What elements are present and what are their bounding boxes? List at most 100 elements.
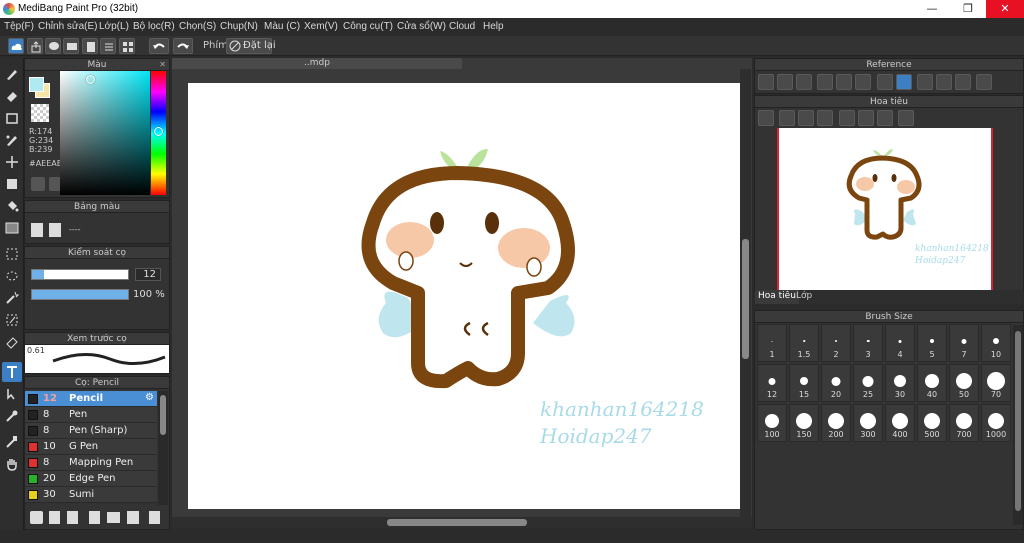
brush-size-cell-200[interactable]: 200 [821,404,851,442]
brush-size-cell-500[interactable]: 500 [917,404,947,442]
brush-size-cell-150[interactable]: 150 [789,404,819,442]
brush-size-cell-1000[interactable]: 1000 [981,404,1011,442]
brush-size-cell-7[interactable]: 7 [949,324,979,362]
menu-help[interactable]: Help [483,21,504,32]
reference-eyedropper-icon[interactable] [877,74,893,90]
undo-icon[interactable] [149,38,169,54]
document-tab[interactable]: ..mdp [172,58,462,69]
color-field-cursor[interactable] [86,75,95,84]
maximize-button[interactable]: ❐ [950,0,986,18]
reference-rotate-right-icon[interactable] [955,74,971,90]
select-pen-tool-icon[interactable] [2,310,22,330]
brush-opacity-slider[interactable] [31,289,129,300]
cloud-brush-icon[interactable] [30,511,43,524]
brush-item-sumi[interactable]: 30 Sumi [25,487,157,503]
canvas-horizontal-scrollbar[interactable] [172,517,752,528]
pipette-tool-icon[interactable] [2,432,22,452]
brush-item-mapping-pen[interactable]: 8 Mapping Pen [25,455,157,471]
panel-close-icon[interactable]: ✕ [159,59,166,71]
reference-flip-icon[interactable] [976,74,992,90]
cloud-icon[interactable] [8,38,24,54]
minimize-button[interactable]: — [914,0,950,18]
palette-icon[interactable] [31,177,45,191]
menu-window[interactable]: Cửa sổ(W) [397,21,446,32]
navigator-zoom-out-icon[interactable] [817,110,833,126]
reference-cloud-icon[interactable] [758,74,774,90]
brush-size-cell-25[interactable]: 25 [853,364,883,402]
menu-color[interactable]: Màu (C) [264,21,300,32]
menu-filter[interactable]: Bộ lọc(R) [133,21,175,32]
brush-size-cell-40[interactable]: 40 [917,364,947,402]
move-tool-icon[interactable] [2,152,22,172]
menu-tools[interactable]: Công cụ(T) [343,21,393,32]
select-rect-tool-icon[interactable] [2,244,22,264]
hue-cursor[interactable] [154,127,163,136]
transparent-color-swatch[interactable] [31,104,49,122]
reference-fit-icon[interactable] [836,74,852,90]
save-brush-icon[interactable] [89,511,100,524]
new-brush-icon[interactable] [49,511,60,524]
comment-icon[interactable] [45,38,61,54]
brush-size-cell-5[interactable]: 5 [917,324,947,362]
brush-size-cell-300[interactable]: 300 [853,404,883,442]
reference-open-icon[interactable] [777,74,793,90]
brush-list-scrollbar[interactable] [158,391,168,505]
menu-select[interactable]: Chọn(S) [179,21,216,32]
reference-close-icon[interactable] [796,74,812,90]
brush-size-cell-4[interactable]: 4 [885,324,915,362]
eraser-tool-icon[interactable] [2,86,22,106]
brush-size-slider[interactable] [31,269,129,280]
redo-icon[interactable] [173,38,193,54]
grid-icon[interactable] [119,38,135,54]
brush-size-cell-700[interactable]: 700 [949,404,979,442]
new-palette-icon[interactable] [31,223,43,237]
gear-icon[interactable]: ⚙ [145,392,154,403]
navigator-flip-icon[interactable] [898,110,914,126]
hand-tool-icon[interactable] [2,454,22,474]
brush-size-cell-3[interactable]: 3 [853,324,883,362]
brush-size-cell-100[interactable]: 100 [757,404,787,442]
canvas-paper[interactable] [188,83,740,509]
brush-item-edge-pen[interactable]: 20 Edge Pen [25,471,157,487]
brush-size-scrollbar[interactable] [1013,325,1023,525]
fill-rect-tool-icon[interactable] [2,174,22,194]
chat-icon[interactable] [63,38,79,54]
dot-brush-tool-icon[interactable] [2,130,22,150]
navigator-thumbnail[interactable]: khanhan164218 Hoidap247 [777,128,993,290]
brush-item-pen[interactable]: 8 Pen [25,407,157,423]
rectangle-tool-icon[interactable] [2,108,22,128]
navigator-zoom-fit-icon[interactable] [758,110,774,126]
brush-size-cell-15[interactable]: 15 [789,364,819,402]
menu-edit[interactable]: Chỉnh sửa(E) [38,21,98,32]
close-button[interactable]: ✕ [986,0,1024,18]
document-icon[interactable] [82,38,98,54]
list-icon[interactable] [100,38,116,54]
lasso-tool-icon[interactable] [2,266,22,286]
navigator-zoom-in-icon[interactable] [779,110,795,126]
brush-item-pencil[interactable]: 12 Pencil ⚙ [25,391,157,407]
brush-item-g-pen[interactable]: 10 G Pen [25,439,157,455]
reference-rotate-left-icon[interactable] [917,74,933,90]
primary-color-swatch[interactable] [29,77,44,92]
brush-size-cell-30[interactable]: 30 [885,364,915,402]
reference-hand-icon[interactable] [896,74,912,90]
navigator-rotate-right-icon[interactable] [877,110,893,126]
menu-layer[interactable]: Lớp(L) [99,21,129,32]
brush-size-cell-2[interactable]: 2 [821,324,851,362]
brush-item-pen-sharp[interactable]: 8 Pen (Sharp) [25,423,157,439]
tab-layer[interactable]: Lớp [793,290,815,304]
trash-icon[interactable] [49,223,61,237]
brush-size-cell-1[interactable]: 1 [757,324,787,362]
brush-size-cell-10[interactable]: 10 [981,324,1011,362]
brush-size-cell-20[interactable]: 20 [821,364,851,402]
navigator-rotate-left-icon[interactable] [839,110,855,126]
brush-size-cell-70[interactable]: 70 [981,364,1011,402]
share-icon[interactable] [27,38,43,54]
brush-tool-icon[interactable] [2,64,22,84]
color-saturation-field[interactable] [60,71,150,195]
brush-size-value[interactable]: 12 [135,268,161,281]
delete-brush-icon[interactable] [149,511,160,524]
brush-settings-icon[interactable] [67,511,78,524]
magic-wand-tool-icon[interactable] [2,288,22,308]
brush-size-cell-12[interactable]: 12 [757,364,787,402]
